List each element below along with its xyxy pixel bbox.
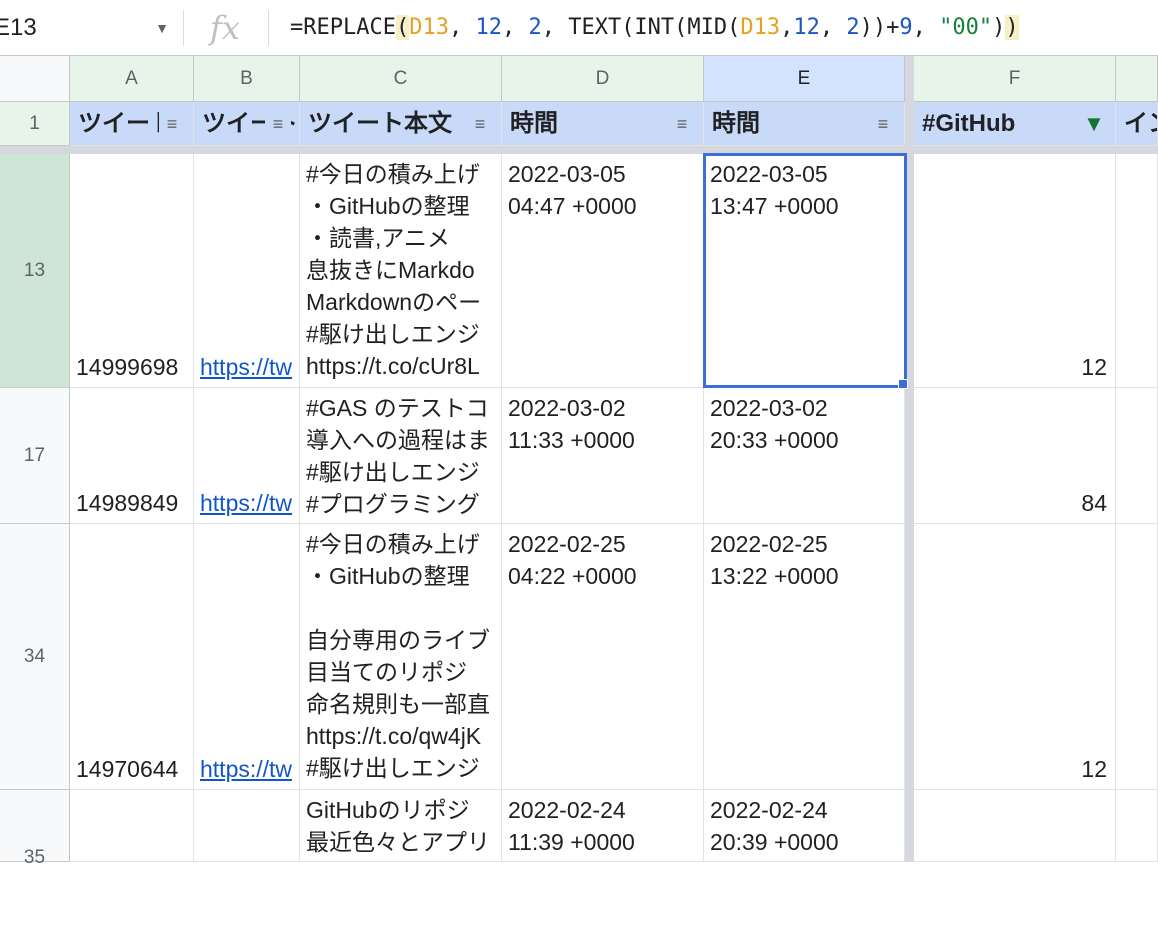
cell-a13[interactable]: 14999698 (70, 154, 194, 388)
header-label: 時間 (510, 110, 558, 137)
fx-icon: fx (210, 9, 240, 47)
chevron-down-icon[interactable]: ▼ (150, 12, 174, 44)
header-cell-c[interactable]: ツイート本文 ≡ (300, 102, 502, 146)
cell-d17[interactable]: 2022-03-02 11:33 +0000 (502, 388, 704, 524)
cell-g17[interactable] (1116, 388, 1158, 524)
cell-a35[interactable] (70, 790, 194, 862)
name-box-value: E13 (0, 14, 37, 41)
cell-d35[interactable]: 2022-02-24 11:39 +0000 (502, 790, 704, 862)
row-header-17[interactable]: 17 (0, 388, 70, 524)
tweet-link[interactable]: https://tw (200, 351, 293, 383)
cell-text: 14989849 (76, 490, 179, 516)
filter-icon[interactable]: ≡ (669, 102, 695, 145)
header-label: イン (1124, 110, 1157, 137)
row-header-1[interactable]: 1 (0, 102, 70, 146)
column-header-e[interactable]: E (704, 56, 905, 102)
column-header-a[interactable]: A (70, 56, 194, 102)
row-header-34[interactable]: 34 (0, 524, 70, 790)
cell-b17[interactable]: https://tw (194, 388, 300, 524)
header-label: 時間 (712, 110, 760, 137)
column-header-g[interactable] (1116, 56, 1158, 102)
cell-f17[interactable]: 84 (914, 388, 1116, 524)
cell-b13[interactable]: https://tw (194, 154, 300, 388)
cell-d13[interactable]: 2022-03-05 04:47 +0000 (502, 154, 704, 388)
cell-f35[interactable] (914, 790, 1116, 862)
frozen-row-divider[interactable] (0, 146, 1158, 154)
cell-g13[interactable] (1116, 154, 1158, 388)
cell-f13[interactable]: 12 (914, 154, 1116, 388)
filter-icon[interactable]: ≡ (870, 102, 896, 145)
header-cell-b[interactable]: ツイート ≡ (194, 102, 300, 146)
row-header-13[interactable]: 13 (0, 154, 70, 388)
cell-c34[interactable]: #今日の積み上げ ・GitHubの整理 自分専用のライブ 目当てのリポジ 命名規… (300, 524, 502, 790)
column-header-d[interactable]: D (502, 56, 704, 102)
header-label: ツイート本文 (308, 110, 452, 137)
filter-icon[interactable]: ≡ (467, 102, 493, 145)
cell-f34[interactable]: 12 (914, 524, 1116, 790)
cell-text: 84 (1081, 490, 1107, 516)
cell-e35[interactable]: 2022-02-24 20:39 +0000 (704, 790, 905, 862)
filter-icon[interactable]: ≡ (159, 102, 185, 145)
cell-text: 12 (1081, 354, 1107, 380)
cell-c13[interactable]: #今日の積み上げ ・GitHubの整理 ・読書,アニメ 息抜きにMarkdo M… (300, 154, 502, 388)
cell-text: 14999698 (76, 354, 179, 380)
divider (268, 10, 269, 46)
header-cell-a[interactable]: ツイート ≡ (70, 102, 194, 146)
header-cell-e[interactable]: 時間 ≡ (704, 102, 905, 146)
active-cell-selection (703, 153, 907, 388)
cell-text: 14970644 (76, 756, 179, 782)
cell-e17[interactable]: 2022-03-02 20:33 +0000 (704, 388, 905, 524)
divider (183, 10, 184, 46)
cell-c35[interactable]: GitHubのリポジ 最近色々とアプリ (300, 790, 502, 862)
header-label: #GitHub (922, 110, 1016, 137)
cell-text: 12 (1081, 756, 1107, 782)
header-cell-f[interactable]: #GitHub ▼ (914, 102, 1116, 146)
header-cell-d[interactable]: 時間 ≡ (502, 102, 704, 146)
cell-e34[interactable]: 2022-02-25 13:22 +0000 (704, 524, 905, 790)
filter-active-icon[interactable]: ▼ (1081, 102, 1107, 145)
column-header-b[interactable]: B (194, 56, 300, 102)
formula-input[interactable]: =REPLACE(D13, 12, 2, TEXT(INT(MID(D13,12… (290, 8, 1158, 48)
cell-a34[interactable]: 14970644 (70, 524, 194, 790)
tweet-link[interactable]: https://tw (200, 487, 293, 519)
tweet-link[interactable]: https://tw (200, 753, 293, 785)
cell-g35[interactable] (1116, 790, 1158, 862)
cell-b35[interactable] (194, 790, 300, 862)
cell-g34[interactable] (1116, 524, 1158, 790)
fill-handle[interactable] (898, 379, 908, 389)
cell-b34[interactable]: https://tw (194, 524, 300, 790)
select-all-corner[interactable] (0, 56, 70, 102)
row-header-35[interactable]: 35 (0, 790, 70, 868)
column-header-f[interactable]: F (914, 56, 1116, 102)
filter-icon[interactable]: ≡ (265, 102, 291, 145)
cell-a17[interactable]: 14989849 (70, 388, 194, 524)
cell-c17[interactable]: #GAS のテストコ 導入への過程はま #駆け出しエンジ #プログラミング (300, 388, 502, 524)
header-cell-g[interactable]: イン (1116, 102, 1158, 146)
cell-d34[interactable]: 2022-02-25 04:22 +0000 (502, 524, 704, 790)
column-header-c[interactable]: C (300, 56, 502, 102)
